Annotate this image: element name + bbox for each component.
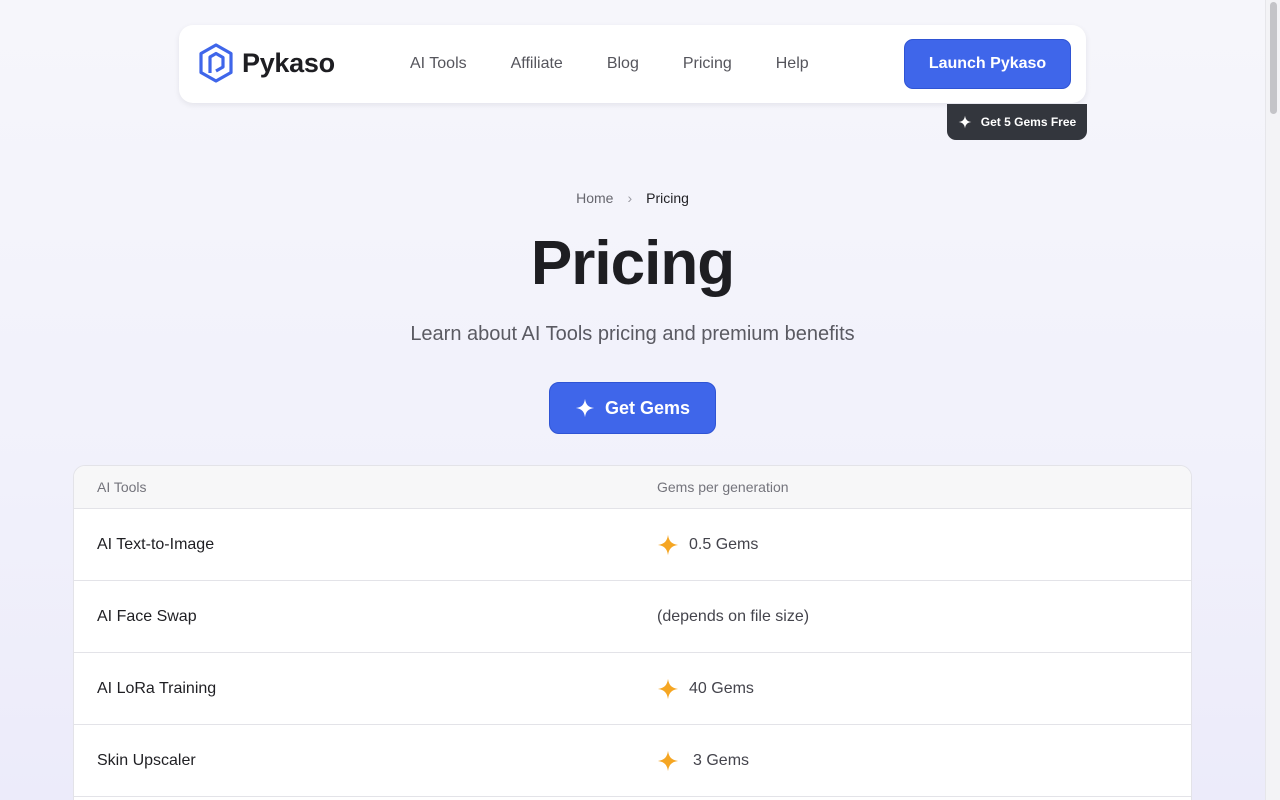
column-header-tools: AI Tools	[97, 479, 147, 495]
gem-cost-value: 3 Gems	[693, 751, 750, 769]
chevron-right-icon: ›	[627, 190, 633, 206]
table-row: AI Face Swap (depends on file size)	[74, 581, 1191, 653]
breadcrumb-home[interactable]: Home	[576, 190, 613, 206]
gem-cost: 40 Gems	[657, 678, 754, 700]
pykaso-logo-icon	[199, 43, 233, 83]
gem-cost-value: 40 Gems	[689, 679, 754, 697]
tool-name: Skin Upscaler	[97, 751, 196, 769]
page-scrollbar[interactable]	[1265, 0, 1280, 800]
logo[interactable]: Pykaso	[198, 43, 335, 83]
gem-cost-value: (depends on file size)	[657, 607, 810, 625]
nav-link-pricing[interactable]: Pricing	[683, 55, 732, 73]
nav-link-blog[interactable]: Blog	[607, 55, 639, 73]
tool-name: AI LoRa Training	[97, 679, 217, 697]
page-title: Pricing	[530, 229, 735, 298]
tool-name: AI Face Swap	[97, 607, 197, 625]
gem-cost: 3 Gems	[657, 750, 749, 772]
get-free-gems-label: Get 5 Gems Free	[980, 115, 1077, 129]
get-gems-button[interactable]: Get Gems	[549, 382, 716, 434]
launch-pykaso-button[interactable]: Launch Pykaso	[904, 39, 1071, 89]
nav-link-affiliate[interactable]: Affiliate	[511, 55, 563, 73]
nav-link-ai-tools[interactable]: AI Tools	[410, 55, 467, 73]
logo-text: Pykaso	[242, 47, 335, 78]
main-nav: AI Tools Affiliate Blog Pricing Help	[410, 25, 853, 103]
table-header: AI Tools Gems per generation	[74, 466, 1191, 509]
scrollbar-thumb[interactable]	[1270, 2, 1277, 114]
page-subtitle: Learn about AI Tools pricing and premium…	[410, 323, 855, 345]
gem-cost: 0.5 Gems	[657, 534, 758, 556]
tool-name: AI Text-to-Image	[97, 535, 215, 553]
top-navbar: Pykaso AI Tools Affiliate Blog Pricing H…	[179, 25, 1086, 103]
gem-cost-value: 0.5 Gems	[689, 535, 759, 553]
table-row: AI Text-to-Image 0.5 Gems	[74, 509, 1191, 581]
get-gems-label: Get Gems	[604, 397, 691, 418]
gem-cost: (depends on file size)	[657, 608, 809, 626]
breadcrumb: Home › Pricing	[0, 190, 1265, 206]
column-header-gems: Gems per generation	[657, 479, 789, 495]
pricing-table: AI Tools Gems per generation AI Text-to-…	[73, 465, 1192, 800]
gem-icon	[657, 678, 679, 699]
nav-link-help[interactable]: Help	[776, 55, 809, 73]
get-free-gems-tab[interactable]: Get 5 Gems Free	[947, 104, 1087, 140]
table-row: Skin Upscaler 3 Gems	[74, 725, 1191, 797]
gem-icon	[657, 534, 679, 555]
table-row: AI LoRa Training 40 Gems	[74, 653, 1191, 725]
sparkle-icon	[575, 398, 595, 418]
sparkle-icon	[958, 115, 972, 129]
breadcrumb-current: Pricing	[646, 190, 689, 206]
gem-icon	[657, 750, 679, 771]
